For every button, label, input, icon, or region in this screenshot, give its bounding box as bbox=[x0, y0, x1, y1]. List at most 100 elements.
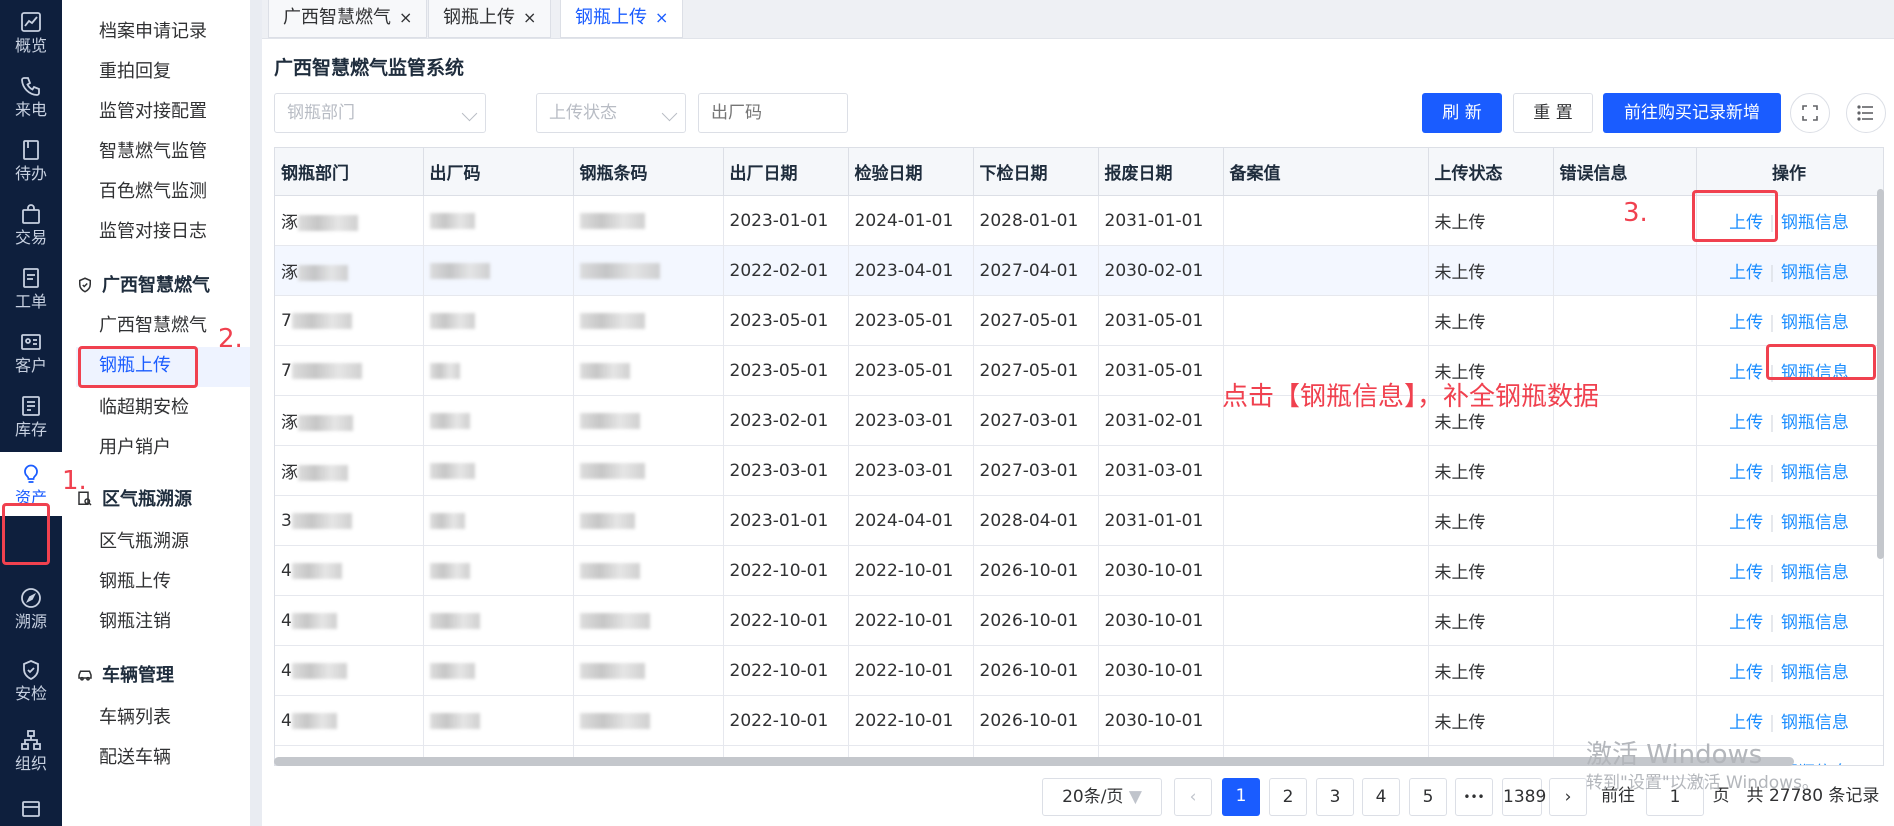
cylinder-info-link[interactable]: 钢瓶信息 bbox=[1781, 313, 1849, 333]
column-header[interactable]: 报废日期 bbox=[1098, 148, 1224, 196]
goto-purchase-button[interactable]: 前往购买记录新增 bbox=[1603, 93, 1781, 133]
menu-item[interactable]: 智慧燃气监管 bbox=[99, 140, 207, 164]
menu-group-trace[interactable]: 区气瓶溯源 bbox=[76, 488, 192, 512]
close-icon[interactable]: × bbox=[655, 8, 668, 27]
menu-group-title: 广西智慧燃气 bbox=[102, 275, 210, 296]
column-header[interactable]: 上传状态 bbox=[1428, 148, 1554, 196]
column-settings-button[interactable] bbox=[1846, 93, 1886, 133]
column-header[interactable]: 错误信息 bbox=[1553, 148, 1697, 196]
tab-cylinder-upload-1[interactable]: 钢瓶上传 × bbox=[428, 0, 552, 38]
reset-button[interactable]: 重 置 bbox=[1513, 93, 1593, 133]
last-page-button[interactable]: 1389 bbox=[1502, 778, 1546, 816]
next-page-button[interactable]: › bbox=[1549, 778, 1587, 816]
rail-item-trace[interactable]: 溯源 bbox=[0, 576, 62, 640]
table-row[interactable]: 42022-10-012022-10-012026-10-012030-10-0… bbox=[275, 545, 1883, 596]
menu-item[interactable]: 钢瓶注销 bbox=[99, 610, 171, 634]
rail-item-org[interactable]: 组织 bbox=[0, 718, 62, 782]
rail-item-customer[interactable]: 客户 bbox=[0, 320, 62, 384]
table-row[interactable]: 涿 2023-02-01 2023-03-01 2027-03-01 2031-02-0… bbox=[275, 395, 1883, 446]
rail-item-safety[interactable]: 安检 bbox=[0, 648, 62, 712]
cylinder-info-link[interactable]: 钢瓶信息 bbox=[1781, 413, 1849, 433]
menu-item[interactable]: 监管对接配置 bbox=[99, 100, 207, 124]
factory-code-input[interactable] bbox=[698, 93, 848, 133]
upload-link[interactable]: 上传 bbox=[1729, 513, 1763, 533]
cell-dept-text: 4 bbox=[281, 710, 292, 731]
upload-link[interactable]: 上传 bbox=[1729, 313, 1763, 333]
upload-link[interactable]: 上传 bbox=[1729, 363, 1763, 383]
menu-item[interactable]: 临超期安检 bbox=[99, 396, 189, 420]
tab-guangxi[interactable]: 广西智慧燃气 × bbox=[268, 0, 428, 38]
page-1-button[interactable]: 1 bbox=[1222, 778, 1260, 816]
menu-item[interactable]: 钢瓶上传 bbox=[99, 570, 171, 594]
cylinder-info-link[interactable]: 钢瓶信息 bbox=[1781, 663, 1849, 683]
menu-item[interactable]: 百色燃气监测 bbox=[99, 180, 207, 204]
upload-link[interactable]: 上传 bbox=[1729, 713, 1763, 733]
menu-item[interactable]: 配送车辆 bbox=[99, 746, 171, 770]
column-header[interactable]: 检验日期 bbox=[848, 148, 974, 196]
close-icon[interactable]: × bbox=[399, 8, 412, 27]
upload-link[interactable]: 上传 bbox=[1729, 663, 1763, 683]
upload-link[interactable]: 上传 bbox=[1729, 613, 1763, 633]
rail-item-workorder[interactable]: 工单 bbox=[0, 256, 62, 320]
cylinder-info-link[interactable]: 钢瓶信息 bbox=[1781, 513, 1849, 533]
column-header[interactable]: 钢瓶部门 bbox=[275, 148, 424, 196]
menu-item[interactable]: 车辆列表 bbox=[99, 706, 171, 730]
close-icon[interactable]: × bbox=[523, 8, 536, 27]
table-row[interactable]: 7 2023-05-01 2023-05-01 2027-05-01 2031-05-0… bbox=[275, 295, 1883, 346]
menu-group-vehicles[interactable]: 车辆管理 bbox=[76, 664, 174, 688]
cylinder-info-link[interactable]: 钢瓶信息 bbox=[1781, 713, 1849, 733]
menu-item[interactable]: 重拍回复 bbox=[99, 60, 171, 84]
table-row[interactable]: 42022-10-012022-10-012026-10-012030-10-0… bbox=[275, 595, 1883, 646]
redacted-blur bbox=[429, 412, 470, 429]
upload-link[interactable]: 上传 bbox=[1729, 413, 1763, 433]
prev-page-button[interactable]: ‹ bbox=[1174, 778, 1212, 816]
menu-item[interactable]: 广西智慧燃气 bbox=[99, 314, 207, 338]
column-header[interactable]: 出厂码 bbox=[423, 148, 574, 196]
rail-item-inventory[interactable]: 库存 bbox=[0, 384, 62, 448]
page-5-button[interactable]: 5 bbox=[1409, 778, 1447, 816]
column-header[interactable]: 操作 bbox=[1696, 148, 1883, 196]
menu-group-guangxi[interactable]: 广西智慧燃气 bbox=[76, 274, 210, 298]
upload-link[interactable]: 上传 bbox=[1729, 263, 1763, 283]
table-row[interactable]: 7 2023-05-01 2023-05-01 2027-05-01 2031-05-0… bbox=[275, 345, 1883, 396]
page-4-button[interactable]: 4 bbox=[1362, 778, 1400, 816]
rail-item-overview[interactable]: 概览 bbox=[0, 0, 62, 64]
menu-item[interactable]: 用户销户 bbox=[99, 436, 171, 460]
cell-dept-text: 涿 bbox=[281, 213, 298, 233]
fullscreen-button[interactable] bbox=[1790, 93, 1830, 133]
tab-cylinder-upload-2-active[interactable]: 钢瓶上传 × bbox=[560, 0, 684, 38]
dept-select[interactable]: 钢瓶部门 bbox=[274, 93, 486, 133]
rail-item-todo[interactable]: 待办 bbox=[0, 128, 62, 192]
horizontal-scrollbar[interactable] bbox=[274, 757, 1794, 766]
rail-item-calls[interactable]: 来电 bbox=[0, 64, 62, 128]
page-2-button[interactable]: 2 bbox=[1269, 778, 1307, 816]
cell-inspection-date: 2022-10-01 bbox=[848, 595, 974, 646]
page-3-button[interactable]: 3 bbox=[1316, 778, 1354, 816]
menu-item[interactable]: 档案申请记录 bbox=[99, 20, 207, 44]
cylinder-info-link[interactable]: 钢瓶信息 bbox=[1781, 613, 1849, 633]
more-pages-button[interactable]: ••• bbox=[1455, 778, 1493, 816]
menu-item[interactable]: 监管对接日志 bbox=[99, 220, 207, 244]
cell-next-inspection-date: 2027-05-01 bbox=[973, 345, 1099, 396]
table-row[interactable]: 3 2023-01-01 2024-04-01 2028-04-01 2031-01-0… bbox=[275, 495, 1883, 546]
column-header[interactable]: 备案值 bbox=[1223, 148, 1429, 196]
table-row[interactable]: 涿 2023-03-01 2023-03-01 2027-03-01 2031-03-0… bbox=[275, 445, 1883, 496]
cylinder-info-link[interactable]: 钢瓶信息 bbox=[1781, 563, 1849, 583]
cylinder-info-link[interactable]: 钢瓶信息 bbox=[1781, 213, 1849, 233]
upload-link[interactable]: 上传 bbox=[1729, 563, 1763, 583]
column-header[interactable]: 下检日期 bbox=[973, 148, 1099, 196]
refresh-button[interactable]: 刷 新 bbox=[1422, 93, 1502, 133]
cylinder-info-link[interactable]: 钢瓶信息 bbox=[1781, 463, 1849, 483]
rail-item-trade[interactable]: 交易 bbox=[0, 192, 62, 256]
rail-item-more[interactable] bbox=[0, 788, 62, 826]
page-size-select[interactable]: 20条/页 ▼ bbox=[1042, 778, 1162, 816]
status-select[interactable]: 上传状态 bbox=[536, 93, 686, 133]
table-row[interactable]: 42022-10-012022-10-012026-10-012030-10-0… bbox=[275, 645, 1883, 696]
table-row[interactable]: 涿 2022-02-01 2023-04-01 2027-04-01 2030-02-0… bbox=[275, 245, 1883, 296]
menu-item[interactable]: 区气瓶溯源 bbox=[99, 530, 189, 554]
column-header[interactable]: 出厂日期 bbox=[723, 148, 849, 196]
upload-link[interactable]: 上传 bbox=[1729, 463, 1763, 483]
column-header[interactable]: 钢瓶条码 bbox=[573, 148, 724, 196]
vertical-scrollbar[interactable] bbox=[1877, 189, 1884, 559]
cylinder-info-link[interactable]: 钢瓶信息 bbox=[1781, 263, 1849, 283]
